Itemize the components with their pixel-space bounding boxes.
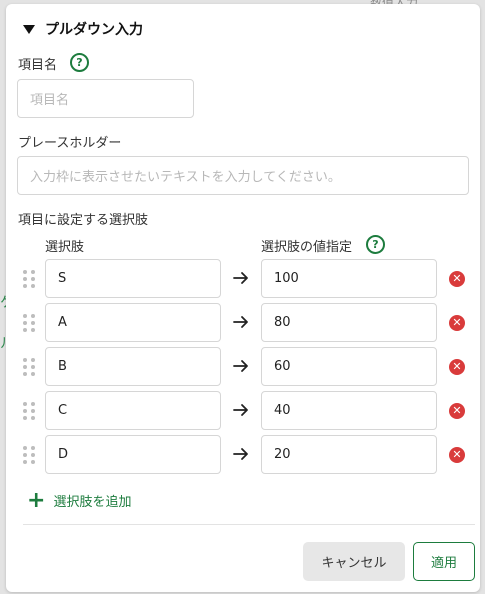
value-input[interactable]: 40 [261, 391, 437, 430]
remove-option-icon[interactable]: ✕ [449, 403, 465, 419]
panel-header[interactable]: プルダウン入力 [23, 19, 143, 39]
choice-input[interactable]: A [45, 303, 221, 342]
drag-handle-icon[interactable] [23, 446, 35, 464]
apply-button[interactable]: 適用 [413, 542, 475, 581]
choice-input[interactable]: S [45, 259, 221, 298]
help-icon[interactable]: ? [366, 235, 385, 254]
help-icon[interactable]: ? [70, 53, 89, 72]
value-input[interactable]: 80 [261, 303, 437, 342]
add-option-label: 選択肢を追加 [53, 495, 132, 510]
arrow-right-icon [233, 316, 248, 328]
cancel-button[interactable]: キャンセル [303, 542, 405, 581]
remove-option-icon[interactable]: ✕ [449, 271, 465, 287]
choice-column-header: 選択肢 [45, 240, 85, 255]
drag-handle-icon[interactable] [23, 270, 35, 288]
panel-title: プルダウン入力 [45, 22, 143, 38]
value-input[interactable]: 20 [261, 435, 437, 474]
arrow-right-icon [233, 272, 248, 284]
arrow-right-icon [233, 448, 248, 460]
value-input[interactable]: 100 [261, 259, 437, 298]
arrow-right-icon [233, 404, 248, 416]
value-input[interactable]: 60 [261, 347, 437, 386]
remove-option-icon[interactable]: ✕ [449, 359, 465, 375]
item-name-input[interactable]: 項目名 [17, 79, 194, 118]
arrow-right-icon [233, 360, 248, 372]
drag-handle-icon[interactable] [23, 314, 35, 332]
choice-input[interactable]: C [45, 391, 221, 430]
drag-handle-icon[interactable] [23, 402, 35, 420]
placeholder-input[interactable]: 入力枠に表示させたいテキストを入力してください。 [17, 156, 469, 195]
remove-option-icon[interactable]: ✕ [449, 315, 465, 331]
collapse-triangle-icon[interactable] [23, 25, 35, 34]
plus-icon: + [27, 487, 46, 513]
choice-input[interactable]: D [45, 435, 221, 474]
add-option-button[interactable]: + 選択肢を追加 [27, 487, 132, 513]
divider [23, 524, 475, 525]
item-name-label: 項目名 [18, 58, 58, 73]
drag-handle-icon[interactable] [23, 358, 35, 376]
placeholder-label: プレースホルダー [18, 136, 122, 151]
options-section-label: 項目に設定する選択肢 [18, 213, 149, 228]
choice-input[interactable]: B [45, 347, 221, 386]
value-column-header: 選択肢の値指定 [261, 240, 353, 255]
dropdown-input-panel: プルダウン入力 項目名 ? 項目名 プレースホルダー 入力枠に表示させたいテキス… [6, 4, 480, 592]
remove-option-icon[interactable]: ✕ [449, 447, 465, 463]
